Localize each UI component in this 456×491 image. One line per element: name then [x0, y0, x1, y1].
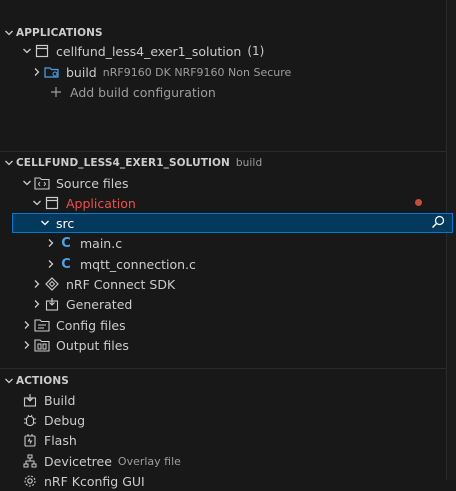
chevron-right-icon — [30, 297, 44, 311]
applications-title: APPLICATIONS — [16, 27, 103, 39]
chevron-right-icon — [20, 318, 34, 332]
build-label: build — [66, 64, 97, 80]
add-build-configuration[interactable]: Add build configuration — [0, 82, 446, 102]
chevron-down-icon — [2, 374, 16, 388]
chevron-right-icon — [30, 65, 44, 79]
action-debug[interactable]: Debug — [0, 410, 446, 430]
chevron-down-icon — [30, 196, 44, 210]
actions-title: ACTIONS — [16, 375, 69, 387]
debug-icon — [22, 412, 38, 428]
search-icon[interactable] — [431, 215, 445, 232]
build-description: nRF9160 DK NRF9160 Non Secure — [102, 65, 292, 79]
section-divider — [0, 368, 446, 369]
action-devicetree-desc: Overlay file — [117, 454, 181, 468]
build-item[interactable]: build nRF9160 DK NRF9160 Non Secure — [0, 62, 446, 82]
chevron-right-icon — [30, 277, 44, 291]
actions-section-header[interactable]: ACTIONS — [0, 370, 446, 392]
action-flash-label: Flash — [44, 432, 77, 448]
source-files-item[interactable]: Source files — [0, 173, 446, 193]
action-kconfig[interactable]: nRF Kconfig GUI — [0, 471, 446, 491]
gear-icon — [22, 473, 38, 489]
source-files-label: Source files — [56, 175, 129, 191]
application-folder-label: Application — [66, 195, 136, 211]
src-label: src — [56, 215, 75, 231]
plus-icon — [48, 84, 64, 100]
output-files-item[interactable]: Output files — [0, 335, 446, 355]
generated-item[interactable]: Generated — [0, 294, 446, 314]
generated-icon — [44, 296, 60, 312]
application-window-icon — [34, 43, 50, 59]
main-c-label: main.c — [80, 235, 123, 251]
config-files-icon — [34, 317, 50, 333]
mqtt-connection-c-label: mqtt_connection.c — [80, 256, 196, 272]
explorer-title: CELLFUND_LESS4_EXER1_SOLUTION — [16, 157, 230, 169]
action-build[interactable]: Build — [0, 390, 446, 410]
config-files-label: Config files — [56, 317, 126, 333]
source-files-icon — [34, 175, 50, 191]
action-build-label: Build — [44, 392, 76, 408]
application-window-icon — [44, 195, 60, 211]
c-file-icon: C — [61, 256, 71, 272]
generated-label: Generated — [66, 296, 133, 312]
action-kconfig-label: nRF Kconfig GUI — [44, 473, 145, 489]
action-devicetree[interactable]: Devicetree Overlay file — [0, 451, 446, 471]
chevron-down-icon — [20, 44, 34, 58]
explorer-title-desc: build — [235, 157, 263, 169]
nrf-connect-sdk-label: nRF Connect SDK — [66, 276, 176, 292]
error-dot-icon — [415, 199, 422, 206]
output-files-label: Output files — [56, 337, 129, 353]
folder-build-icon — [44, 64, 60, 80]
c-file-icon: C — [61, 235, 71, 251]
application-name: cellfund_less4_exer1_solution — [56, 43, 242, 59]
chevron-down-icon — [38, 216, 52, 230]
application-item[interactable]: cellfund_less4_exer1_solution (1) — [0, 41, 446, 61]
chevron-right-icon — [44, 236, 58, 250]
chevron-right-icon — [44, 257, 58, 271]
sdk-icon — [44, 276, 60, 292]
chevron-down-icon — [20, 176, 34, 190]
add-build-label: Add build configuration — [70, 84, 216, 100]
config-files-item[interactable]: Config files — [0, 315, 446, 335]
output-files-icon — [34, 337, 50, 353]
explorer-section-header[interactable]: CELLFUND_LESS4_EXER1_SOLUTION build — [0, 152, 446, 174]
application-folder-item[interactable]: Application — [0, 193, 446, 213]
application-count: (1) — [247, 44, 265, 58]
mqtt-connection-c-item[interactable]: C mqtt_connection.c — [0, 254, 446, 274]
chevron-right-icon — [20, 338, 34, 352]
action-flash[interactable]: Flash — [0, 430, 446, 450]
devicetree-icon — [22, 453, 38, 469]
action-devicetree-label: Devicetree — [44, 453, 112, 469]
flash-icon — [22, 432, 38, 448]
action-debug-label: Debug — [44, 412, 86, 428]
build-icon — [22, 392, 38, 408]
main-c-item[interactable]: C main.c — [0, 233, 446, 253]
scrollbar-track[interactable] — [446, 0, 456, 480]
chevron-down-icon — [2, 156, 16, 170]
src-folder-item[interactable]: src — [12, 213, 453, 233]
nrf-connect-sdk-item[interactable]: nRF Connect SDK — [0, 274, 446, 294]
chevron-down-icon — [2, 26, 16, 40]
